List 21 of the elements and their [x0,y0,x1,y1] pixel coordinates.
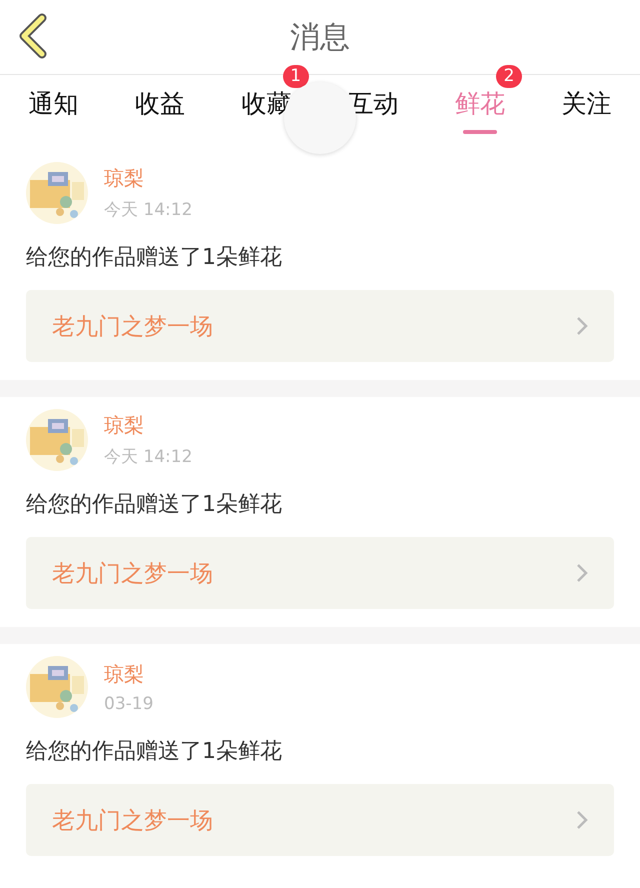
work-link[interactable]: 老九门之梦一场 [26,537,614,609]
count-badge: 2 [496,65,522,88]
count-badge: 1 [282,65,309,88]
work-link[interactable]: 老九门之梦一场 [26,290,614,362]
timestamp: 今天 14:12 [104,446,192,468]
message-text: 给您的作品赠送了1朵鲜花 [26,491,283,519]
page-title: 消息 [290,18,350,56]
work-link[interactable]: 老九门之梦一场 [26,784,614,856]
timestamp: 今天 14:12 [104,199,192,221]
message-text: 给您的作品赠送了1朵鲜花 [26,738,283,766]
tab[interactable]: 通知 [28,75,78,150]
chevron-icon [576,810,588,830]
timestamp: 03-19 [104,694,154,714]
user-name[interactable]: 琼梨 [104,165,192,192]
user-name[interactable]: 琼梨 [104,660,154,688]
chevron-icon [576,316,588,336]
tab[interactable]: 关注 [562,75,612,150]
tab[interactable]: 收益 [135,75,185,150]
user-name[interactable]: 琼梨 [104,412,192,439]
chevron-icon [576,563,588,583]
message-text: 给您的作品赠送了1朵鲜花 [26,244,283,272]
